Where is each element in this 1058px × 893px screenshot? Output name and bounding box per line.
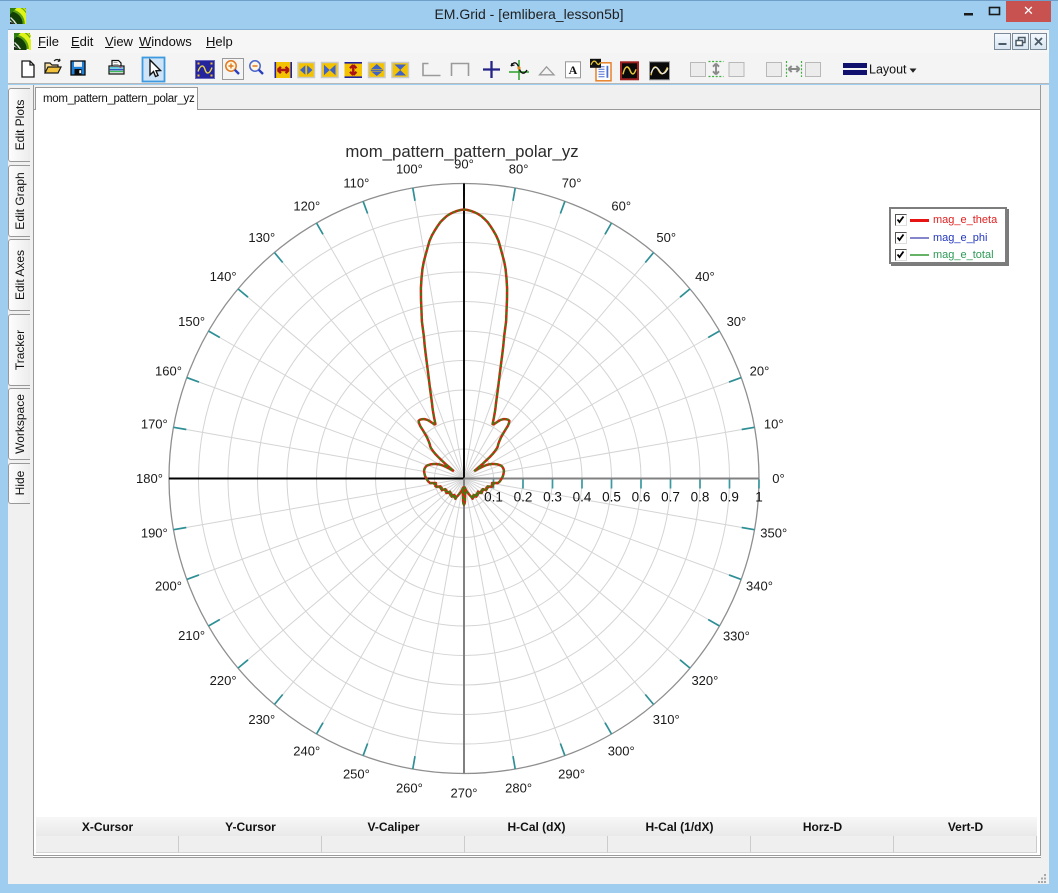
svg-text:260°: 260° — [396, 781, 423, 796]
svg-text:0.9: 0.9 — [720, 490, 739, 505]
svg-text:40°: 40° — [695, 269, 715, 284]
svg-text:150°: 150° — [178, 314, 205, 329]
svg-text:0.5: 0.5 — [602, 490, 621, 505]
svg-text:130°: 130° — [248, 230, 275, 245]
svg-text:230°: 230° — [248, 712, 275, 727]
svg-text:140°: 140° — [210, 269, 237, 284]
svg-text:300°: 300° — [608, 743, 635, 758]
svg-text:50°: 50° — [656, 230, 676, 245]
svg-text:1: 1 — [755, 490, 763, 505]
svg-text:80°: 80° — [509, 161, 529, 176]
svg-text:100°: 100° — [396, 161, 423, 176]
svg-text:270°: 270° — [451, 786, 478, 801]
svg-text:30°: 30° — [727, 314, 747, 329]
svg-text:10°: 10° — [764, 416, 784, 431]
svg-text:190°: 190° — [141, 526, 168, 541]
svg-text:180°: 180° — [136, 471, 163, 486]
svg-text:160°: 160° — [155, 363, 182, 378]
svg-text:60°: 60° — [611, 199, 631, 214]
svg-text:0.3: 0.3 — [543, 490, 562, 505]
svg-text:20°: 20° — [750, 363, 770, 378]
svg-text:0.7: 0.7 — [661, 490, 680, 505]
svg-text:330°: 330° — [723, 628, 750, 643]
svg-text:120°: 120° — [293, 199, 320, 214]
svg-text:350°: 350° — [760, 526, 787, 541]
svg-text:A: A — [569, 63, 578, 77]
svg-text:280°: 280° — [505, 781, 532, 796]
svg-text:310°: 310° — [653, 712, 680, 727]
svg-text:170°: 170° — [141, 416, 168, 431]
svg-text:0.8: 0.8 — [691, 490, 710, 505]
svg-text:240°: 240° — [293, 743, 320, 758]
svg-text:200°: 200° — [155, 579, 182, 594]
svg-text:mom_pattern_pattern_polar_yz: mom_pattern_pattern_polar_yz — [345, 142, 578, 161]
svg-text:70°: 70° — [562, 176, 582, 191]
svg-text:210°: 210° — [178, 628, 205, 643]
svg-text:340°: 340° — [746, 579, 773, 594]
svg-text:0.4: 0.4 — [573, 490, 592, 505]
svg-text:290°: 290° — [558, 767, 585, 782]
svg-text:110°: 110° — [343, 176, 369, 191]
svg-text:0.6: 0.6 — [632, 490, 651, 505]
svg-text:0°: 0° — [772, 471, 784, 486]
svg-text:220°: 220° — [210, 673, 237, 688]
svg-text:250°: 250° — [343, 767, 370, 782]
svg-text:0.1: 0.1 — [484, 490, 503, 505]
svg-text:0.2: 0.2 — [514, 490, 533, 505]
svg-text:Layout: Layout — [869, 63, 907, 77]
svg-text:320°: 320° — [691, 673, 718, 688]
